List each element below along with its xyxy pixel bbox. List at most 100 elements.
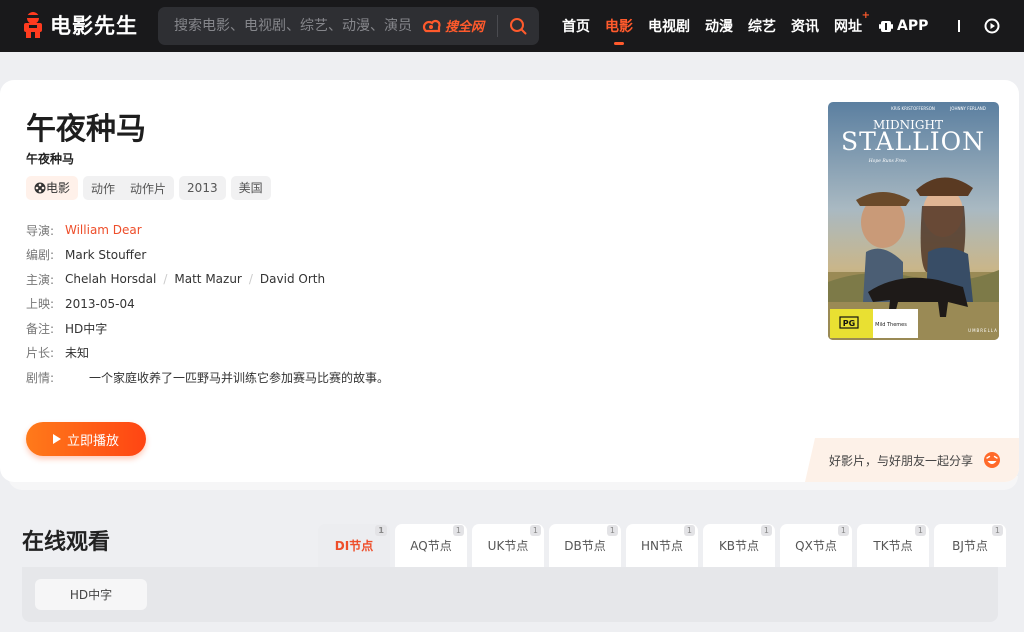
movie-poster[interactable]: KRIS KRISTOFFERSON JOHNNY FERLAND MIDNIG… xyxy=(828,102,999,340)
search-divider xyxy=(497,15,498,37)
genre-tag[interactable]: 动作 xyxy=(91,180,115,197)
tab-label: AQ节点 xyxy=(410,539,452,553)
search-engine-label: 搜全网 xyxy=(445,20,485,35)
tab-di[interactable]: DI节点 1 xyxy=(318,524,390,567)
director-row: 导演: William Dear xyxy=(26,218,389,243)
cast-link[interactable]: David Orth xyxy=(260,272,325,286)
runtime-label: 片长: xyxy=(26,346,55,361)
episode-button[interactable]: HD中字 xyxy=(35,579,147,610)
nav-item-movies[interactable]: 电影 xyxy=(605,16,633,45)
logo-text: 电影先生 xyxy=(50,14,138,38)
nav-item-tv[interactable]: 电视剧 xyxy=(648,16,690,36)
tab-bj[interactable]: BJ节点 1 xyxy=(934,524,1006,567)
note-value: HD中字 xyxy=(65,321,108,336)
play-now-label: 立即播放 xyxy=(66,432,119,448)
genre-tags: 动作 动作片 xyxy=(83,176,175,200)
movie-tags: 电影 动作 动作片 2013 美国 xyxy=(26,176,276,200)
tab-aq[interactable]: AQ节点 1 xyxy=(395,524,467,567)
plot-text: 一个家庭收养了一匹野马并训练它参加赛马比赛的故事。 xyxy=(89,370,390,385)
tab-count-badge: 1 xyxy=(760,525,772,536)
tab-uk[interactable]: UK节点 1 xyxy=(472,524,544,567)
writer-label: 编剧: xyxy=(26,248,55,263)
tab-label: HN节点 xyxy=(640,539,683,553)
tab-count-badge: 1 xyxy=(991,525,1003,536)
release-row: 上映: 2013-05-04 xyxy=(26,292,389,317)
cast-label: 主演: xyxy=(26,272,55,287)
nav-item-news[interactable]: 资讯 xyxy=(791,16,819,36)
poster-title-line2: STALLION xyxy=(841,127,985,156)
tab-label: BJ节点 xyxy=(952,539,988,553)
runtime-row: 片长: 未知 xyxy=(26,341,389,366)
movie-title: 午夜种马 xyxy=(26,112,146,147)
tab-count-badge: 1 xyxy=(837,525,849,536)
poster-actors: KRIS KRISTOFFERSON xyxy=(891,106,935,111)
app-download-link[interactable]: APP xyxy=(879,18,928,34)
search-bar: 搜全网 xyxy=(158,7,539,45)
separator: / xyxy=(248,272,253,287)
director-link[interactable]: William Dear xyxy=(65,223,142,237)
tab-label: UK节点 xyxy=(487,539,529,553)
site-logo[interactable]: 电影先生 xyxy=(20,10,138,40)
year-tag[interactable]: 2013 xyxy=(179,176,226,200)
episode-list: HD中字 xyxy=(22,567,998,622)
cast-link[interactable]: Matt Mazur xyxy=(174,272,241,286)
film-reel-icon xyxy=(34,182,46,194)
poster-tagline: Hope Runs Free. xyxy=(868,158,908,164)
note-row: 备注: HD中字 xyxy=(26,316,389,341)
tab-count-badge: 1 xyxy=(914,525,926,536)
type-tag-label: 电影 xyxy=(46,181,71,195)
movie-info-list: 导演: William Dear 编剧: Mark Stouffer 主演: C… xyxy=(26,218,389,390)
logo-icon xyxy=(22,12,44,38)
movie-detail-card: 午夜种马 午夜种马 电影 动作 动作片 2013 美国 导演: William … xyxy=(0,80,1019,482)
tab-count-badge: 1 xyxy=(683,525,695,536)
tab-count-badge: 1 xyxy=(606,525,618,536)
online-watch-title: 在线观看 xyxy=(22,530,111,555)
play-now-button[interactable]: 立即播放 xyxy=(26,422,146,456)
tab-qx[interactable]: QX节点 1 xyxy=(780,524,852,567)
nav-item-home[interactable]: 首页 xyxy=(562,16,590,36)
writer-link[interactable]: Mark Stouffer xyxy=(65,248,146,262)
movie-subtitle: 午夜种马 xyxy=(26,152,75,166)
share-text: 好影片，与好朋友一起分享 xyxy=(829,453,974,468)
search-icon[interactable] xyxy=(505,14,531,38)
search-input[interactable] xyxy=(174,16,414,36)
nav-divider xyxy=(958,20,961,32)
app-icon xyxy=(879,20,893,32)
nav-item-variety[interactable]: 综艺 xyxy=(748,16,776,36)
tab-label: TK节点 xyxy=(873,539,913,553)
tab-label: DI节点 xyxy=(334,539,374,553)
tab-count-badge: 1 xyxy=(529,525,541,536)
app-label: APP xyxy=(897,18,929,34)
tab-kb[interactable]: KB节点 1 xyxy=(703,524,775,567)
share-banner[interactable]: 好影片，与好朋友一起分享 xyxy=(805,438,1019,482)
region-tag[interactable]: 美国 xyxy=(230,176,271,200)
tab-label: QX节点 xyxy=(795,539,837,553)
nav-item-urls-label: 网址 xyxy=(834,19,862,35)
poster-rating: PG xyxy=(843,319,855,328)
play-icon xyxy=(52,434,61,444)
note-label: 备注: xyxy=(26,321,55,336)
poster-studio: UMBRELLA xyxy=(968,328,998,333)
nav-item-urls[interactable]: 网址 + xyxy=(834,10,870,36)
tab-db[interactable]: DB节点 1 xyxy=(549,524,621,567)
tab-label: KB节点 xyxy=(718,539,760,553)
tab-label: DB节点 xyxy=(564,539,606,553)
director-label: 导演: xyxy=(26,223,55,238)
type-tag[interactable]: 电影 xyxy=(26,176,79,200)
poster-rating-note: Mild Themes xyxy=(875,322,907,328)
play-history-icon[interactable] xyxy=(984,18,1000,34)
cloud-search-icon xyxy=(422,19,441,32)
main-nav: 首页 电影 电视剧 动漫 综艺 资讯 网址 + APP xyxy=(562,0,1000,52)
genre-tag[interactable]: 动作片 xyxy=(130,180,166,197)
release-date: 2013-05-04 xyxy=(65,296,135,311)
writer-row: 编剧: Mark Stouffer xyxy=(26,243,389,268)
runtime-value: 未知 xyxy=(65,346,90,361)
plot-label: 剧情: xyxy=(26,370,55,385)
cast-link[interactable]: Chelah Horsdal xyxy=(65,272,156,286)
tab-tk[interactable]: TK节点 1 xyxy=(857,524,929,567)
laughing-face-icon xyxy=(984,452,1001,468)
search-all-button[interactable]: 搜全网 xyxy=(422,16,484,35)
tab-hn[interactable]: HN节点 1 xyxy=(626,524,698,567)
cast-row: 主演: Chelah Horsdal / Matt Mazur / David … xyxy=(26,267,389,292)
nav-item-anime[interactable]: 动漫 xyxy=(705,16,733,36)
